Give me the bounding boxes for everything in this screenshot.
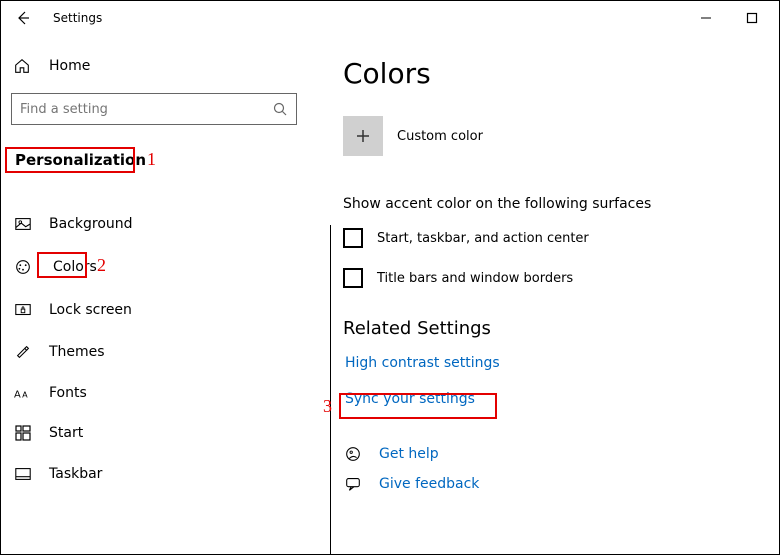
help-label: Get help — [379, 446, 439, 462]
nav-list: Background Colors Lock screen Themes AA … — [9, 203, 323, 495]
nav-label: Themes — [49, 344, 105, 360]
custom-color-swatch[interactable] — [343, 116, 383, 156]
feedback-link[interactable]: Give feedback — [343, 469, 767, 499]
feedback-icon — [343, 475, 363, 493]
nav-label: Lock screen — [49, 302, 132, 318]
search-field[interactable] — [20, 102, 288, 117]
maximize-icon — [746, 12, 758, 24]
plus-icon — [355, 128, 371, 144]
nav-label: Background — [49, 216, 133, 232]
nav-item-themes[interactable]: Themes — [9, 331, 323, 373]
nav-item-background[interactable]: Background — [9, 203, 323, 245]
nav-item-fonts[interactable]: AA Fonts — [9, 373, 323, 413]
accent-heading: Show accent color on the following surfa… — [343, 196, 767, 212]
nav-label: Fonts — [49, 385, 87, 401]
sync-settings-link[interactable]: Sync your settings — [343, 387, 477, 411]
check-title-bars[interactable]: Title bars and window borders — [343, 268, 767, 288]
nav-item-colors[interactable]: Colors — [9, 245, 323, 289]
lock-screen-icon — [13, 301, 33, 319]
nav-label: Taskbar — [49, 466, 102, 482]
svg-text:A: A — [14, 390, 21, 401]
search-icon — [272, 101, 288, 117]
home-icon — [13, 57, 31, 75]
custom-color-label: Custom color — [397, 129, 483, 144]
start-icon — [13, 425, 33, 441]
checkbox-icon — [343, 268, 363, 288]
arrow-left-icon — [15, 10, 31, 26]
check-label: Title bars and window borders — [377, 271, 573, 286]
palette-icon — [13, 258, 33, 276]
help-list: Get help Give feedback — [343, 439, 767, 499]
home-label: Home — [49, 58, 90, 74]
related-heading: Related Settings — [343, 318, 767, 339]
nav-item-lock-screen[interactable]: Lock screen — [9, 289, 323, 331]
window-title: Settings — [53, 11, 102, 25]
back-button[interactable] — [5, 1, 41, 35]
help-icon — [343, 445, 363, 463]
window-controls — [683, 1, 775, 35]
fonts-icon: AA — [13, 385, 33, 401]
page-title: Colors — [343, 57, 767, 90]
help-label: Give feedback — [379, 476, 479, 492]
nav-item-start[interactable]: Start — [9, 413, 323, 453]
content: Home Personalization Background Colors L… — [1, 35, 779, 554]
maximize-button[interactable] — [729, 1, 775, 35]
minimize-button[interactable] — [683, 1, 729, 35]
high-contrast-link[interactable]: High contrast settings — [343, 351, 502, 375]
check-start-taskbar[interactable]: Start, taskbar, and action center — [343, 228, 767, 248]
check-label: Start, taskbar, and action center — [377, 231, 589, 246]
category-heading: Personalization — [9, 147, 152, 173]
nav-item-taskbar[interactable]: Taskbar — [9, 453, 323, 495]
sidebar: Home Personalization Background Colors L… — [1, 35, 331, 554]
main-panel: Colors Custom color Show accent color on… — [331, 35, 779, 554]
minimize-icon — [700, 12, 712, 24]
svg-text:A: A — [22, 390, 28, 400]
get-help-link[interactable]: Get help — [343, 439, 767, 469]
search-input[interactable] — [11, 93, 297, 125]
titlebar: Settings — [1, 1, 779, 35]
themes-icon — [13, 343, 33, 361]
taskbar-icon — [13, 465, 33, 483]
home-link[interactable]: Home — [9, 51, 323, 93]
nav-label: Start — [49, 425, 83, 441]
checkbox-icon — [343, 228, 363, 248]
custom-color-row: Custom color — [343, 116, 767, 156]
picture-icon — [13, 215, 33, 233]
sidebar-divider — [330, 225, 331, 554]
nav-label: Colors — [49, 257, 101, 277]
